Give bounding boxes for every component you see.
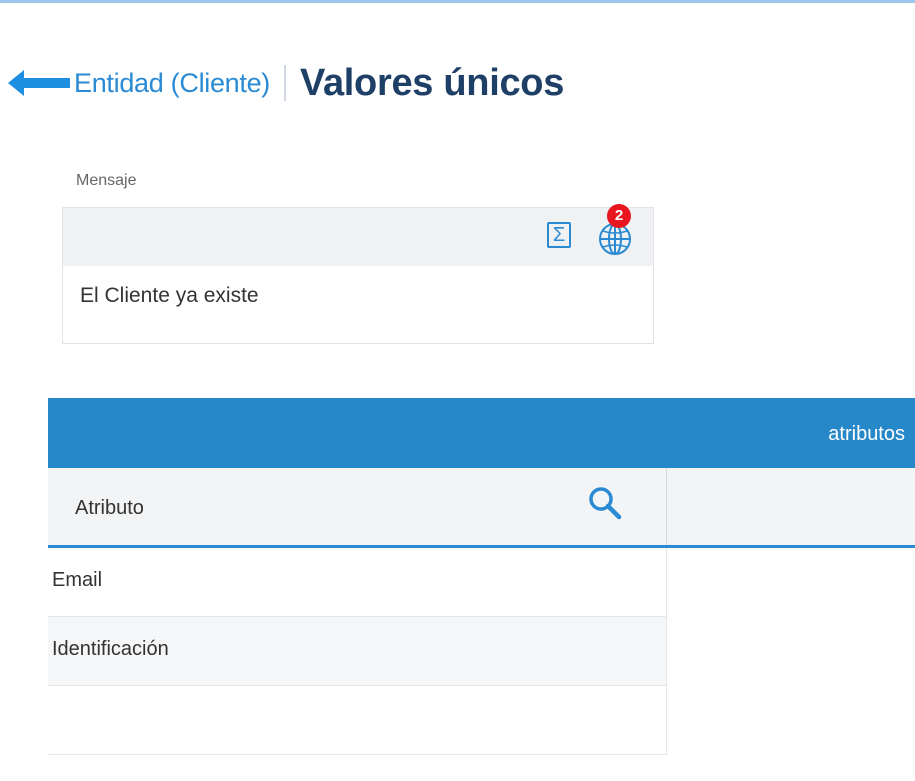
breadcrumb-separator [284,65,287,101]
back-arrow-icon[interactable] [8,66,70,100]
mensaje-value[interactable]: El Cliente ya existe [63,266,653,308]
table-body: Email Identificación [48,548,667,755]
table-group-header: atributos [48,398,915,468]
translations-count-badge: 2 [607,204,631,228]
column-divider [666,468,667,545]
mensaje-toolbar: Σ 2 [63,204,653,266]
table-column-header: Atributo [48,468,915,548]
table-cell-atributo: Email [52,569,103,591]
table-cell-atributo [48,686,666,707]
table-row[interactable] [48,686,667,755]
sigma-icon[interactable]: Σ [547,222,571,248]
page-header: Entidad (Cliente) Valores únicos [8,58,564,108]
search-icon[interactable] [586,484,626,524]
table-row[interactable]: Email [48,548,667,617]
mensaje-field[interactable]: Σ 2 El Cliente ya existe [62,204,654,344]
top-border [0,0,915,3]
table-group-title: atributos [828,423,905,445]
mensaje-label: Mensaje [76,172,137,189]
table-row[interactable]: Identificación [48,617,667,686]
table-cell-atributo: Identificación [52,638,169,660]
column-header-atributo[interactable]: Atributo [75,497,144,520]
breadcrumb-link[interactable]: Entidad (Cliente) [74,68,270,99]
page-title: Valores únicos [300,61,565,104]
